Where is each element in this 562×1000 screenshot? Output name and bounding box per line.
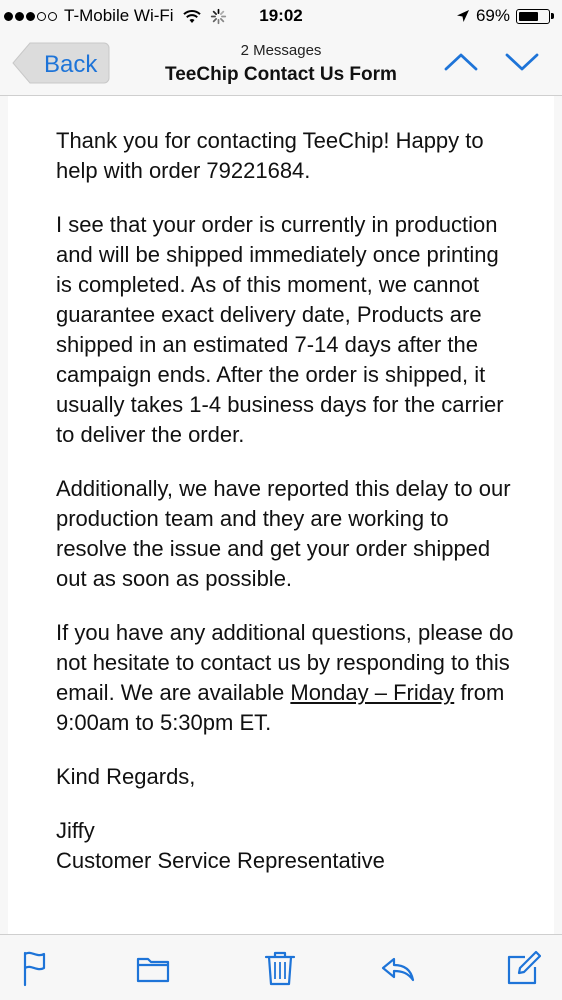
battery-icon (516, 8, 550, 24)
paragraph-greeting: Thank you for contacting TeeChip! Happy … (56, 128, 484, 183)
signature: Jiffy Customer Service Representative (56, 816, 516, 876)
status-bar: T-Mobile Wi-Fi 19:02 69% (0, 0, 562, 32)
compose-icon (507, 950, 542, 985)
business-days-link[interactable]: Monday – Friday (290, 680, 454, 705)
paragraph-contact-hours: If you have any additional questions, pl… (56, 618, 516, 738)
folder-icon (136, 957, 170, 983)
battery-level (519, 11, 539, 21)
next-message-icon[interactable] (504, 50, 540, 74)
reply-icon (381, 957, 415, 982)
flag-button[interactable] (20, 949, 56, 987)
delete-button[interactable] (262, 949, 298, 987)
navigation-bar: Back 2 Messages TeeChip Contact Us Form (0, 32, 562, 96)
move-to-folder-button[interactable] (135, 949, 171, 987)
message-body[interactable]: Thank you for contacting TeeChip! Happy … (8, 96, 554, 934)
message-text: Thank you for contacting TeeChip! Happy … (56, 126, 516, 876)
reply-button[interactable] (380, 949, 416, 987)
compose-button[interactable] (505, 949, 542, 987)
signature-name: Jiffy (56, 818, 95, 843)
status-right: 69% (456, 6, 554, 26)
previous-message-icon[interactable] (443, 50, 479, 74)
bottom-toolbar (0, 934, 562, 1000)
closing: Kind Regards, (56, 764, 196, 789)
trash-icon (264, 951, 296, 986)
paragraph-delay-report: Additionally, we have reported this dela… (56, 476, 511, 591)
battery-cap (551, 13, 554, 19)
signature-title: Customer Service Representative (56, 848, 385, 873)
flag-icon (23, 951, 46, 987)
battery-percent: 69% (475, 6, 510, 25)
location-arrow-icon (456, 10, 469, 22)
paragraph-order-status: I see that your order is currently in pr… (56, 212, 504, 447)
